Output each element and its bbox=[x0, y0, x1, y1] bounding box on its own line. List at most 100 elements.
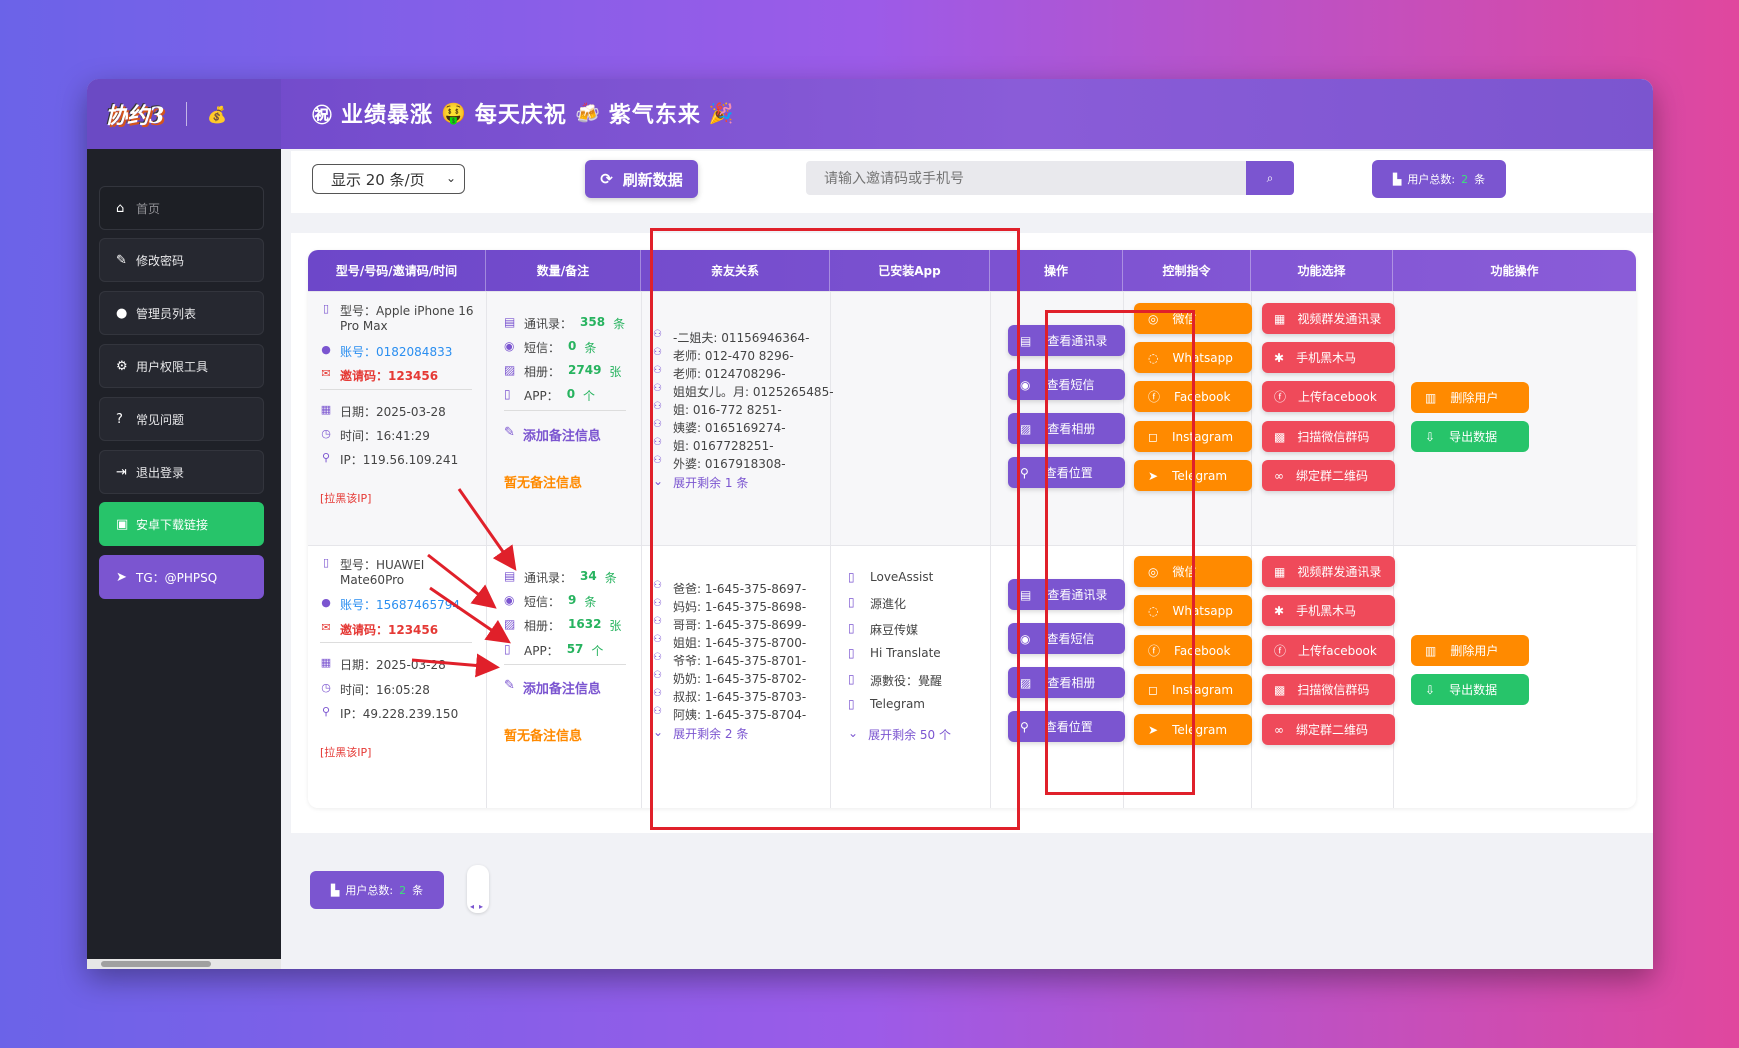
arrow-right-icon[interactable]: ▸ bbox=[479, 902, 483, 911]
bug-icon: ✱ bbox=[1274, 350, 1285, 365]
time-text: 时间：16:41:29 bbox=[340, 429, 430, 443]
arrow-left-icon[interactable]: ◂ bbox=[470, 902, 474, 911]
th-model: 型号/号码/邀请码/时间 bbox=[308, 250, 486, 291]
blacklist-ip-link[interactable]: [拉黑该IP] bbox=[320, 744, 371, 760]
add-note-button[interactable]: ✎ 添加备注信息 bbox=[504, 678, 601, 697]
phone-icon: ▯ bbox=[322, 556, 330, 569]
ip-line: ⚲ IP：49.228.239.150 bbox=[320, 705, 458, 722]
divider bbox=[504, 664, 626, 665]
mini-scroller[interactable]: ◂ ▸ bbox=[467, 865, 489, 913]
money-bag-icon[interactable]: 💰 bbox=[207, 105, 227, 124]
add-note-button[interactable]: ✎ 添加备注信息 bbox=[504, 425, 601, 444]
search-input[interactable] bbox=[806, 161, 1246, 195]
total-unit: 条 bbox=[1474, 173, 1486, 186]
qrcode-icon: ▩ bbox=[1274, 429, 1286, 444]
video-broadcast-button[interactable]: ▦ 视频群发通讯录 bbox=[1262, 556, 1395, 587]
refresh-button[interactable]: ⟳ 刷新数据 bbox=[585, 160, 698, 198]
export-data-button[interactable]: ⇩ 导出数据 bbox=[1411, 674, 1529, 705]
sidebar-scrollbar[interactable] bbox=[87, 959, 281, 969]
model-line-2: Mate60Pro bbox=[340, 573, 405, 587]
sidebar-item-label: 退出登录 bbox=[136, 465, 185, 480]
sidebar-item-label: 首页 bbox=[136, 201, 161, 216]
sidebar-item-logout[interactable]: ⇥ 退出登录 bbox=[99, 450, 264, 494]
bug-icon: ✱ bbox=[1274, 603, 1285, 618]
stat-label: 通讯录： bbox=[524, 571, 573, 585]
export-data-button[interactable]: ⇩ 导出数据 bbox=[1411, 421, 1529, 452]
marquee-banner: ㊗ 业绩暴涨 🤑 每天庆祝 🍻 紫气东来 🎉 bbox=[312, 97, 735, 129]
sidebar-item-android-download[interactable]: ▣ 安卓下载链接 bbox=[99, 502, 264, 546]
stat-value: 0 bbox=[568, 339, 577, 353]
stat-unit: 条 bbox=[604, 571, 617, 585]
bind-qr-button[interactable]: ∞ 绑定群二维码 bbox=[1262, 460, 1395, 491]
stat-unit: 张 bbox=[609, 619, 622, 633]
date-text: 日期：2025-03-28 bbox=[340, 658, 446, 672]
top-bar: 协约3 💰 ㊗ 业绩暴涨 🤑 每天庆祝 🍻 紫气东来 🎉 bbox=[87, 79, 1653, 149]
button-label: 扫描微信群码 bbox=[1297, 683, 1370, 697]
th-functions: 功能选择 bbox=[1251, 250, 1393, 291]
blacklist-ip-link[interactable]: [拉黑该IP] bbox=[320, 490, 371, 506]
calendar-icon: ▦ bbox=[320, 403, 332, 416]
scrollbar-thumb[interactable] bbox=[101, 961, 211, 967]
party-icon: 🎉 bbox=[708, 101, 735, 125]
stat-label: 短信： bbox=[524, 341, 561, 355]
sidebar-item-faq[interactable]: ? 常见问题 bbox=[99, 397, 264, 441]
model-line-1: 型号：HUAWEI bbox=[340, 558, 425, 572]
divider bbox=[320, 389, 472, 390]
time-line: ◷ 时间：16:05:28 bbox=[320, 681, 430, 698]
search-button[interactable]: ⌕ bbox=[1246, 161, 1294, 195]
video-broadcast-button[interactable]: ▦ 视频群发通讯录 bbox=[1262, 303, 1395, 334]
scan-wechat-button[interactable]: ▩ 扫描微信群码 bbox=[1262, 674, 1395, 705]
upload-facebook-button[interactable]: ⓕ 上传facebook bbox=[1262, 635, 1395, 666]
stat-photos: ▨ 相册： 2749 张 bbox=[504, 363, 621, 380]
sidebar-item-admin-list[interactable]: ● 管理员列表 bbox=[99, 291, 264, 335]
logo-area: 协约3 💰 bbox=[87, 79, 281, 149]
address-book-icon: ▤ bbox=[504, 315, 516, 329]
delete-user-button[interactable]: ▥ 删除用户 bbox=[1411, 382, 1529, 413]
stat-contacts: ▤ 通讯录： 34 条 bbox=[504, 569, 617, 586]
address-book-icon: ▤ bbox=[1020, 333, 1032, 348]
stat-label: 通讯录： bbox=[524, 317, 573, 331]
link-icon: ∞ bbox=[1274, 468, 1284, 483]
highlight-box-contacts bbox=[650, 228, 1020, 830]
sidebar-item-change-password[interactable]: ✎ 修改密码 bbox=[99, 238, 264, 282]
chat-bubble-icon: ◉ bbox=[1020, 631, 1031, 646]
facebook-icon: ⓕ bbox=[1274, 390, 1287, 404]
trojan-button[interactable]: ✱ 手机黑木马 bbox=[1262, 342, 1395, 373]
location-pin-icon: ⚲ bbox=[321, 451, 331, 464]
facebook-icon: ⓕ bbox=[1274, 644, 1287, 658]
time-line: ◷ 时间：16:41:29 bbox=[320, 427, 430, 444]
button-label: 删除用户 bbox=[1450, 391, 1499, 405]
button-label: 扫描微信群码 bbox=[1297, 430, 1370, 444]
stat-unit: 个 bbox=[591, 644, 604, 658]
date-text: 日期：2025-03-28 bbox=[340, 405, 446, 419]
page-size-select[interactable]: 显示 20 条/页 ⌄ bbox=[312, 164, 465, 194]
sidebar-item-home[interactable]: ⌂ 首页 bbox=[99, 186, 264, 230]
delete-user-button[interactable]: ▥ 删除用户 bbox=[1411, 635, 1529, 666]
page-size-value: 显示 20 条/页 bbox=[331, 170, 425, 189]
chart-icon: ▙ bbox=[1392, 172, 1402, 186]
download-icon: ⇩ bbox=[1425, 429, 1436, 444]
image-icon: ▨ bbox=[504, 363, 516, 377]
sidebar-item-label: 常见问题 bbox=[136, 412, 185, 427]
film-icon: ▦ bbox=[1274, 311, 1286, 326]
scan-wechat-button[interactable]: ▩ 扫描微信群码 bbox=[1262, 421, 1395, 452]
date-line: ▦ 日期：2025-03-28 bbox=[320, 656, 446, 673]
stat-sms: ◉ 短信： 0 条 bbox=[504, 339, 596, 356]
chat-bubble-icon: ◉ bbox=[1020, 377, 1031, 392]
bind-qr-button[interactable]: ∞ 绑定群二维码 bbox=[1262, 714, 1395, 745]
column-divider bbox=[641, 291, 642, 808]
stat-value: 0 bbox=[566, 387, 576, 401]
total-label: 用户总数: bbox=[345, 884, 394, 897]
stat-label: 相册： bbox=[524, 365, 561, 379]
account-text: 账号：0182084833 bbox=[340, 345, 453, 359]
clock-icon: ◷ bbox=[321, 427, 331, 440]
upload-facebook-button[interactable]: ⓕ 上传facebook bbox=[1262, 381, 1395, 412]
sidebar-item-permissions[interactable]: ⚙ 用户权限工具 bbox=[99, 344, 264, 388]
divider bbox=[504, 410, 626, 411]
marquee-text-3: 紫气东来 bbox=[608, 103, 701, 128]
trojan-button[interactable]: ✱ 手机黑木马 bbox=[1262, 595, 1395, 626]
invite-line: ✉ 邀请码：123456 bbox=[320, 621, 438, 638]
money-face-icon: 🤑 bbox=[441, 101, 467, 125]
total-unit: 条 bbox=[412, 884, 424, 897]
sidebar-item-telegram[interactable]: ➤ TG：@PHPSQ bbox=[99, 555, 264, 599]
